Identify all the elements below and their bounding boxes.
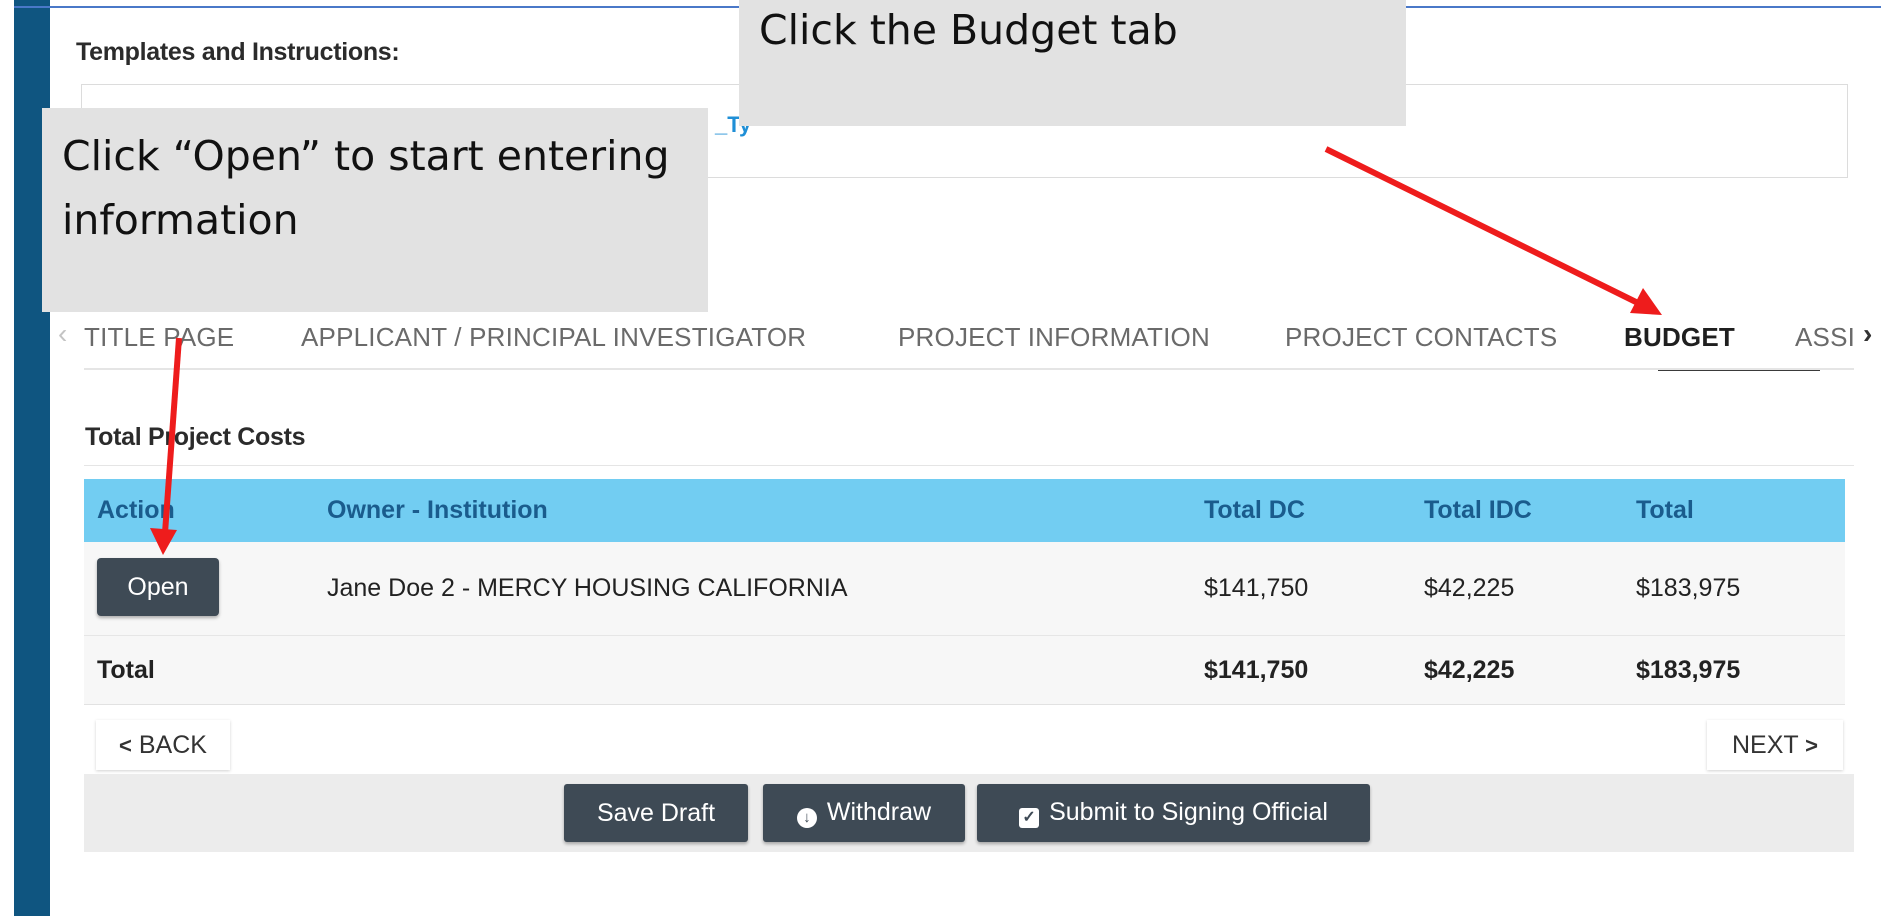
arrow-to-budget-tab-line	[1324, 146, 1642, 307]
arrow-to-open-button-head	[150, 528, 177, 555]
annotation-arrows	[150, 146, 1662, 555]
arrow-to-open-button-line	[162, 337, 182, 534]
